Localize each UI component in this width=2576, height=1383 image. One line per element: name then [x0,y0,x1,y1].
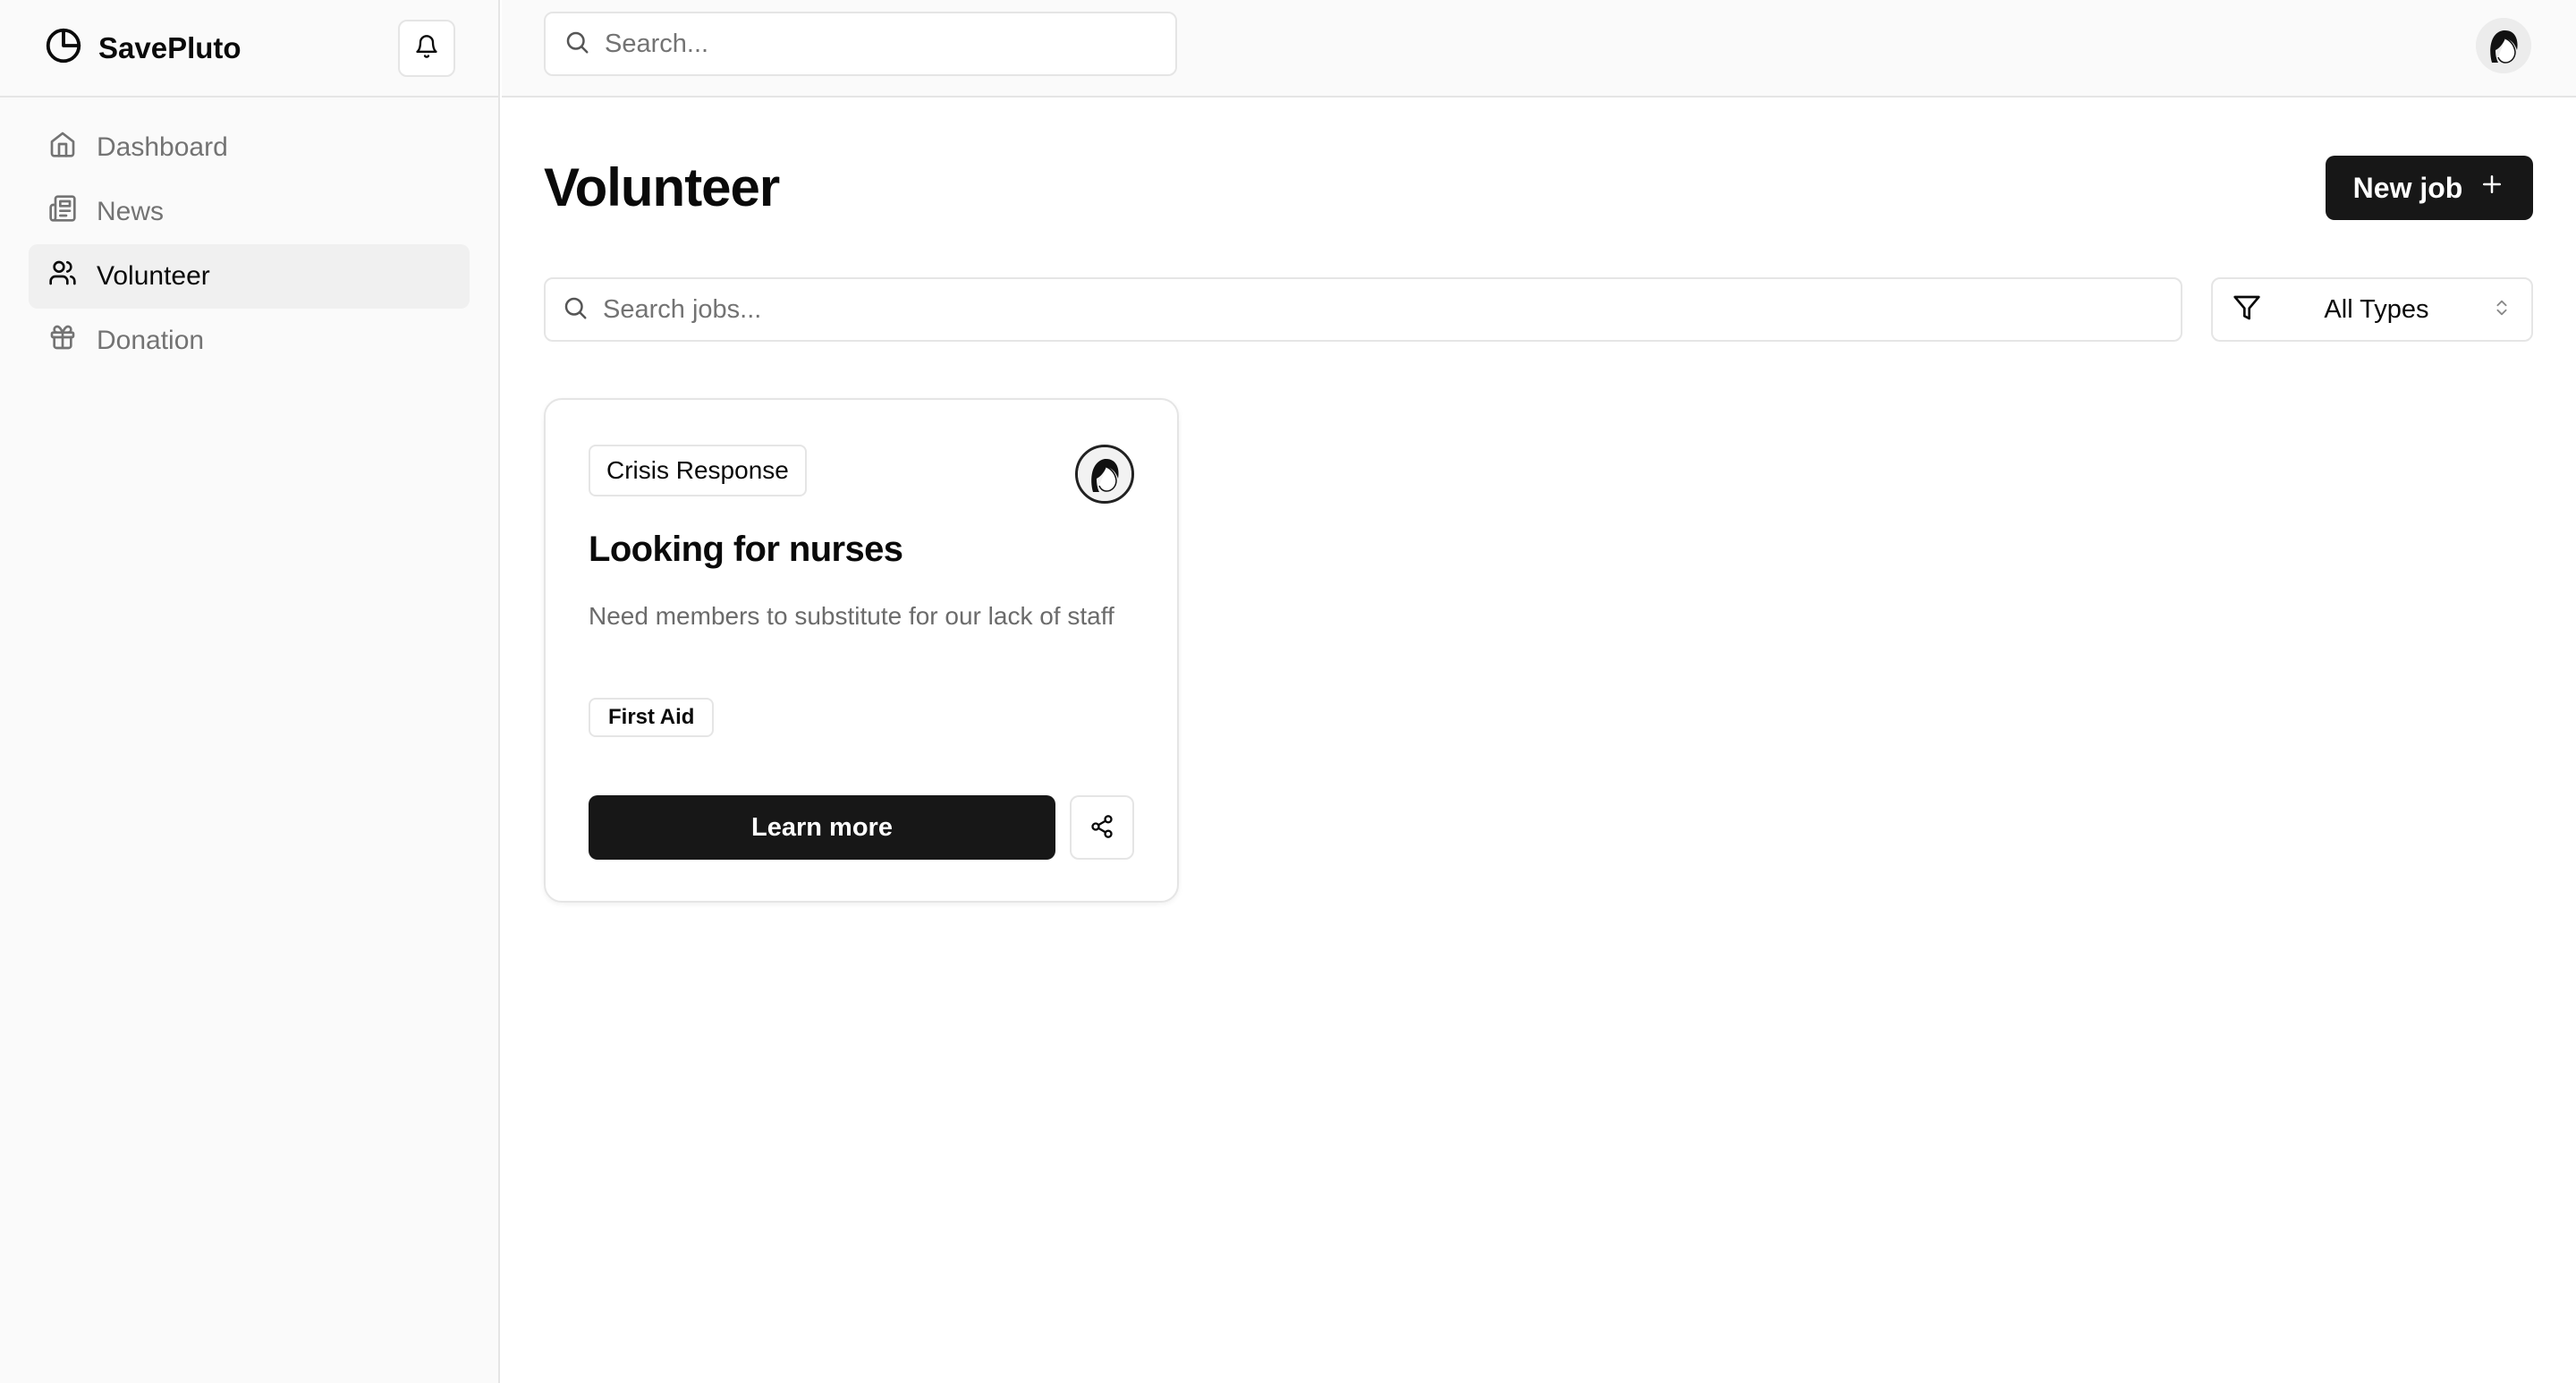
sidebar-item-label: Dashboard [97,132,228,162]
share-button[interactable] [1070,795,1134,860]
job-skill-tag: First Aid [589,698,715,737]
logo-icon [43,25,84,71]
sidebar-item-label: News [97,197,165,226]
sidebar-item-label: Donation [97,326,205,355]
sidebar-nav: Dashboard News Volunteer Donation [0,98,498,391]
new-job-label: New job [2352,171,2463,204]
learn-more-button[interactable]: Learn more [589,795,1055,860]
user-avatar[interactable] [2476,18,2531,73]
new-job-button[interactable]: New job [2326,156,2533,220]
sidebar-header: SavePluto [0,0,498,98]
newspaper-icon [48,194,77,230]
job-card: Crisis Response Looking for nurses Need … [544,398,1179,903]
sidebar-item-volunteer[interactable]: Volunteer [29,244,470,309]
brand[interactable]: SavePluto [43,25,242,71]
share-icon [1089,814,1114,842]
notifications-button[interactable] [398,19,455,77]
global-search-input[interactable] [605,29,1175,59]
app-root: SavePluto Dashboard News Volunteer Donat… [0,0,2576,1383]
main-content: Volunteer New job All Ty [502,98,2576,1383]
chevrons-up-down-icon [2492,298,2512,322]
sidebar: SavePluto Dashboard News Volunteer Donat… [0,0,500,1383]
users-icon [48,259,77,294]
sidebar-item-donation[interactable]: Donation [29,309,470,373]
search-icon [564,29,590,60]
gift-icon [48,323,77,359]
search-icon [562,294,589,326]
job-category-badge: Crisis Response [589,445,807,496]
sidebar-item-dashboard[interactable]: Dashboard [29,115,470,180]
sidebar-item-label: Volunteer [97,261,210,291]
plus-icon [2479,171,2505,205]
page-title: Volunteer [544,157,780,217]
topbar [502,0,2576,98]
sidebar-item-news[interactable]: News [29,180,470,244]
filter-icon [2233,293,2261,327]
job-description: Need members to substitute for our lack … [589,602,1114,630]
bell-icon [414,34,439,62]
job-title: Looking for nurses [589,530,903,569]
jobs-search[interactable] [544,277,2182,342]
job-poster-avatar[interactable] [1075,445,1134,504]
global-search[interactable] [544,12,1177,76]
type-filter-value: All Types [2324,294,2429,324]
type-filter-select[interactable]: All Types [2211,277,2533,342]
jobs-search-input[interactable] [603,294,2181,325]
brand-name: SavePluto [98,30,242,64]
home-icon [48,130,77,165]
